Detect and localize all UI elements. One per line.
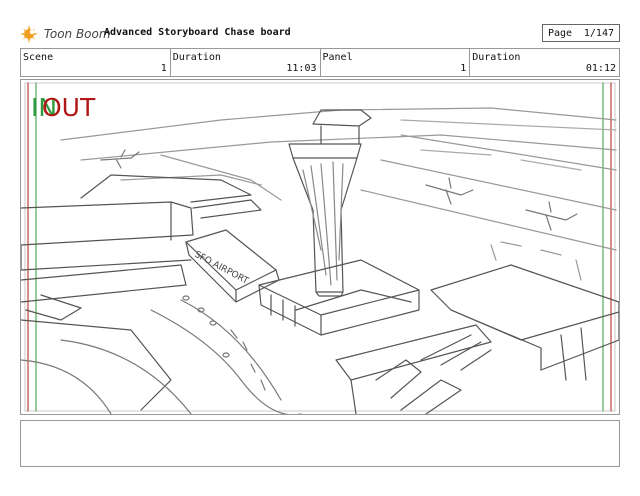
page-number: 1/147 <box>583 27 614 39</box>
out-marker: OUT <box>42 93 96 122</box>
sun-star-icon <box>20 25 38 43</box>
scene-cell: Scene 1 <box>21 49 171 76</box>
scene-duration-value: 11:03 <box>286 63 317 74</box>
sfo-airport-sign: SFO AIRPORT <box>193 250 251 287</box>
panel-label: Panel <box>322 52 353 63</box>
panel-info-row: Scene 1 Duration 11:03 Panel 1 Duration … <box>20 48 620 77</box>
storyboard-panel-image: SFO AIRPORT IN OUT <box>20 79 620 415</box>
document-title: Advanced Storyboard Chase board <box>104 27 291 38</box>
page-label: Page <box>548 27 573 39</box>
panel-value: 1 <box>460 63 467 74</box>
panel-duration-cell: Duration 01:12 <box>470 49 619 76</box>
brand-name: Toon Boom <box>44 27 111 41</box>
panel-duration-value: 01:12 <box>585 63 616 74</box>
header: Toon Boom Advanced Storyboard Chase boar… <box>20 22 620 46</box>
scene-label: Scene <box>23 52 54 63</box>
panel-duration-label: Duration <box>472 52 521 63</box>
panel-cell: Panel 1 <box>321 49 471 76</box>
panel-notes-box <box>20 420 620 467</box>
page-indicator: Page 1/147 <box>542 24 620 42</box>
scene-value: 1 <box>160 63 167 74</box>
scene-duration-cell: Duration 11:03 <box>171 49 321 76</box>
airport-control-tower-sketch: SFO AIRPORT IN OUT <box>21 82 619 414</box>
toon-boom-logo: Toon Boom <box>20 24 111 44</box>
scene-duration-label: Duration <box>172 52 221 63</box>
